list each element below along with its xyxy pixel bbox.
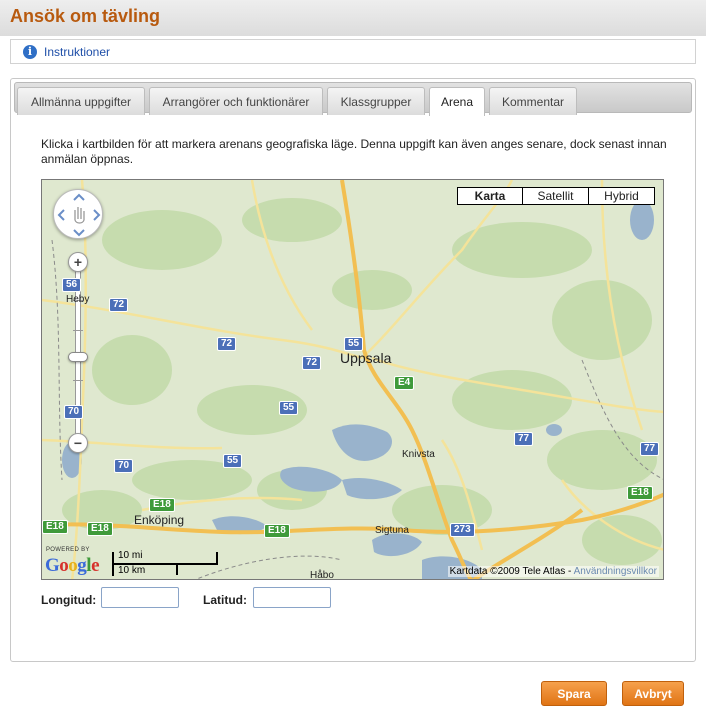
cancel-button[interactable]: Avbryt [622, 681, 684, 706]
arena-map[interactable]: Karta Satellit Hybrid + − Uppsala Knivst… [41, 179, 664, 580]
arena-instructions-text: Klicka i kartbilden för att markera aren… [41, 137, 667, 166]
road-shield: 77 [640, 442, 660, 456]
place-uppsala: Uppsala [340, 350, 392, 366]
zoom-out-button[interactable]: − [68, 433, 88, 453]
tab-arrangorer[interactable]: Arrangörer och funktionärer [149, 87, 323, 115]
place-habo: Håbo [310, 570, 334, 580]
map-type-satellit[interactable]: Satellit [522, 188, 588, 204]
map-scale: 10 mi 10 km [112, 550, 222, 578]
road-shield: 72 [109, 298, 129, 312]
map-attribution: Kartdata ©2009 Tele Atlas - Användningsv… [447, 566, 659, 577]
road-shield: E4 [394, 376, 415, 390]
latitude-input[interactable] [253, 587, 331, 608]
place-knivsta: Knivsta [402, 449, 435, 460]
road-shield: 70 [64, 405, 84, 419]
road-shield: 55 [279, 401, 299, 415]
road-shield: 55 [344, 337, 364, 351]
map-type-karta[interactable]: Karta [458, 188, 522, 204]
longitude-input[interactable] [101, 587, 179, 608]
map-type-selector: Karta Satellit Hybrid [457, 187, 655, 205]
page-title: Ansök om tävling [10, 6, 161, 26]
road-shield: 55 [223, 454, 243, 468]
road-shield: E18 [264, 524, 290, 538]
google-logo[interactable]: Google [45, 555, 99, 577]
tab-arena[interactable]: Arena [429, 87, 485, 116]
zoom-slider-thumb[interactable] [68, 352, 88, 362]
map-type-hybrid[interactable]: Hybrid [588, 188, 654, 204]
terms-link[interactable]: Användningsvillkor [574, 566, 657, 577]
zoom-tick [73, 380, 83, 381]
tab-bar: Allmänna uppgifter Arrangörer och funkti… [14, 82, 692, 116]
pan-arrows-icon [57, 193, 101, 237]
zoom-in-button[interactable]: + [68, 252, 88, 272]
info-icon: i [23, 44, 37, 59]
road-shield: 77 [514, 432, 534, 446]
header-bar: Ansök om tävling [0, 0, 706, 36]
road-shield: E18 [149, 498, 175, 512]
place-heby: Heby [66, 294, 90, 305]
road-shield: E18 [87, 522, 113, 536]
place-enkoping: Enköping [134, 513, 185, 527]
instructions-link[interactable]: Instruktioner [44, 45, 110, 59]
attribution-text: Kartdata ©2009 Tele Atlas - [449, 566, 574, 577]
road-shield: 72 [302, 356, 322, 370]
zoom-tick [73, 330, 83, 331]
place-sigtuna: Sigtuna [375, 525, 409, 536]
tab-kommentar[interactable]: Kommentar [489, 87, 577, 115]
road-shield: 72 [217, 337, 237, 351]
road-shield: 273 [450, 523, 475, 537]
road-shield: 70 [114, 459, 134, 473]
latitude-label: Latitud: [203, 593, 247, 607]
scale-km: 10 km [118, 565, 146, 576]
save-button[interactable]: Spara [541, 681, 607, 706]
hand-icon [74, 207, 85, 224]
longitude-label: Longitud: [41, 593, 97, 607]
tab-allmanna-uppgifter[interactable]: Allmänna uppgifter [17, 87, 145, 115]
pan-control[interactable] [53, 189, 103, 239]
road-shield: E18 [627, 486, 653, 500]
tab-klassgrupper[interactable]: Klassgrupper [327, 87, 425, 115]
road-shield: 56 [62, 278, 82, 292]
powered-by-label: POWERED BY [46, 547, 90, 553]
road-shield: E18 [42, 520, 68, 534]
form-panel: Allmänna uppgifter Arrangörer och funkti… [10, 78, 696, 662]
instructions-bar: i Instruktioner [10, 39, 696, 64]
scale-miles: 10 mi [118, 550, 143, 561]
